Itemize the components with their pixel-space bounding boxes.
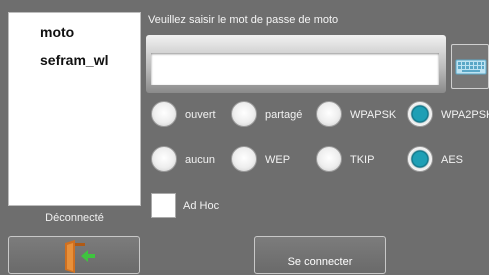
- radio-wpa2psk-label: WPA2PSK: [441, 109, 489, 121]
- network-item-moto[interactable]: moto: [40, 24, 74, 40]
- radio-wep[interactable]: [231, 146, 257, 172]
- radio-wpapsk[interactable]: [316, 101, 342, 127]
- radio-ouvert-label: ouvert: [185, 109, 216, 121]
- radio-ouvert[interactable]: [151, 101, 177, 127]
- connection-status: Déconnecté: [45, 212, 104, 224]
- adhoc-label: Ad Hoc: [183, 200, 220, 212]
- network-list[interactable]: moto sefram_wl: [8, 12, 141, 206]
- adhoc-checkbox[interactable]: [151, 193, 176, 218]
- connect-button[interactable]: Se connecter: [254, 236, 386, 274]
- password-input[interactable]: [151, 53, 439, 85]
- radio-partage-label: partagé: [265, 109, 303, 121]
- radio-tkip-label: TKIP: [350, 154, 375, 166]
- password-prompt: Veuillez saisir le mot de passe de moto: [148, 14, 339, 26]
- radio-aucun[interactable]: [151, 146, 177, 172]
- radio-wpa2psk[interactable]: [407, 101, 433, 127]
- radio-aucun-label: aucun: [185, 154, 215, 166]
- keyboard-button[interactable]: [451, 44, 489, 89]
- radio-aes-label: AES: [441, 154, 464, 166]
- radio-wpapsk-label: WPAPSK: [350, 109, 397, 121]
- radio-tkip[interactable]: [316, 146, 342, 172]
- radio-aes[interactable]: [407, 146, 433, 172]
- keyboard-icon: [455, 59, 487, 75]
- radio-partage[interactable]: [231, 101, 257, 127]
- network-item-sefram-wl[interactable]: sefram_wl: [40, 52, 108, 68]
- exit-door-icon: [65, 240, 95, 273]
- radio-wep-label: WEP: [265, 154, 291, 166]
- password-field-frame: [146, 35, 446, 93]
- exit-button[interactable]: [8, 236, 140, 274]
